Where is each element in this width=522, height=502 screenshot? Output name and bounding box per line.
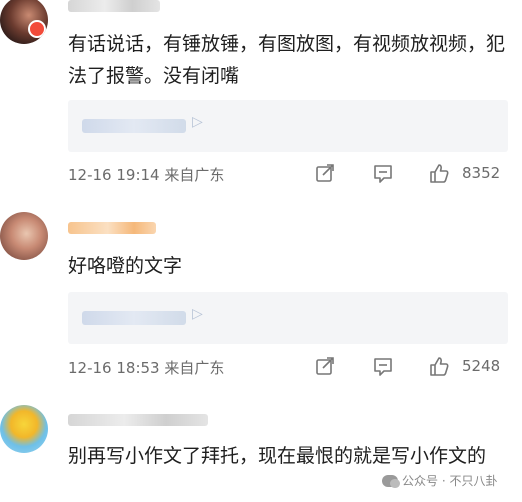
comment-text: 好咯噔的文字: [68, 255, 183, 277]
quoted-text-blurred: [82, 311, 186, 325]
quoted-text-blurred: [82, 119, 186, 133]
reply-icon[interactable]: [372, 162, 394, 184]
reply-icon[interactable]: [372, 355, 394, 377]
quoted-content-card[interactable]: ▷: [68, 292, 508, 344]
avatar[interactable]: [0, 212, 48, 260]
comment-text: 别再写小作文了拜托，现在最恨的就是写小作文的: [68, 445, 487, 467]
quote-arrow-icon: ▷: [192, 306, 203, 322]
share-icon[interactable]: [314, 355, 336, 377]
like-icon[interactable]: [428, 162, 450, 184]
timestamp-location: 12-16 19:14 来自广东: [68, 166, 225, 184]
share-icon[interactable]: [314, 162, 336, 184]
username-blurred[interactable]: [68, 222, 156, 234]
comment-meta: 12-16 18:53 来自广东 5248: [68, 355, 508, 379]
timestamp-location: 12-16 18:53 来自广东: [68, 359, 225, 377]
avatar[interactable]: [0, 405, 48, 453]
username-blurred[interactable]: [68, 0, 160, 12]
watermark-text: 公众号 · 不只八卦: [402, 474, 498, 488]
verified-badge-icon: [28, 20, 46, 38]
like-count: 5248: [462, 357, 501, 375]
avatar[interactable]: [0, 0, 48, 44]
wechat-logo-icon: [382, 474, 400, 488]
like-icon[interactable]: [428, 355, 450, 377]
quoted-content-card[interactable]: ▷: [68, 100, 508, 152]
watermark: 公众号 · 不只八卦: [382, 472, 497, 489]
comment-text: 有话说话，有锤放锤，有图放图，有视频放视频，犯法了报警。没有闭嘴: [68, 33, 506, 87]
like-count: 8352: [462, 164, 501, 182]
username-blurred[interactable]: [68, 414, 208, 426]
comment-meta: 12-16 19:14 来自广东 8352: [68, 162, 508, 186]
quote-arrow-icon: ▷: [192, 114, 203, 130]
